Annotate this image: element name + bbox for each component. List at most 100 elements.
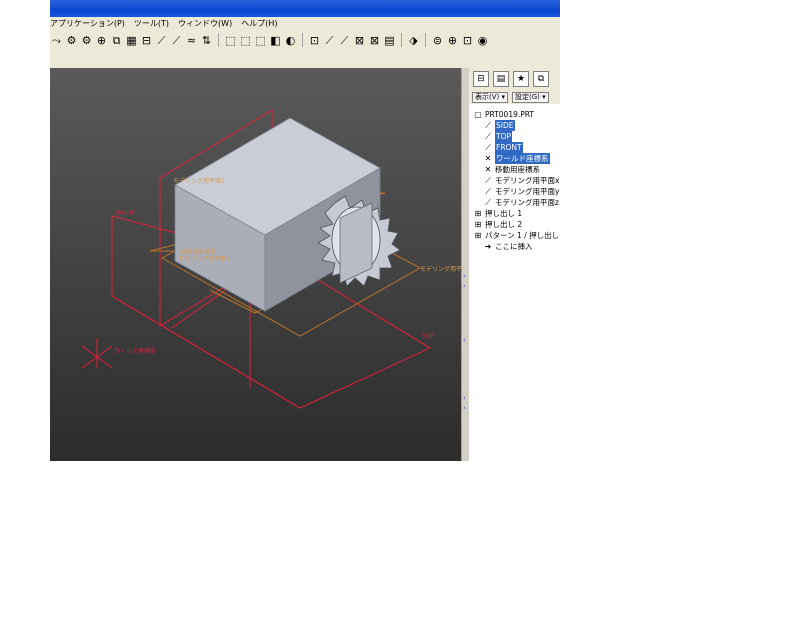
tree-item[interactable]: ⊞ 押し出し 1 <box>472 208 560 219</box>
tree-item-icon: ⟋ <box>485 198 491 207</box>
toolbar-tool-icon[interactable]: ⬚ <box>254 34 267 47</box>
tree-item-icon: ⟋ <box>485 121 491 130</box>
tree-item-icon: ➜ <box>484 242 492 251</box>
toolbar-tool-icon[interactable]: ⤳ <box>50 34 63 47</box>
menu-bar: アプリケーション(P) ツール(T) ウィンドウ(W) ヘルプ(H) <box>50 17 560 29</box>
tree-item-label: モデリング用平面y <box>495 187 560 196</box>
tree-item-label: TOP <box>495 131 513 142</box>
toolbar-separator <box>218 33 219 47</box>
tree-item[interactable]: ⟋ モデリング用平面y <box>472 186 560 197</box>
collapse-arrow-icon[interactable]: › <box>463 282 466 290</box>
world-csys-icon <box>81 338 113 369</box>
toolbar-tool-icon[interactable]: ⬚ <box>224 34 237 47</box>
toolbar-tool-icon[interactable]: ⬚ <box>239 34 252 47</box>
tree-item-label: ワールド座標系 <box>495 153 550 164</box>
toolbar-tool-icon[interactable]: ⊟ <box>140 34 153 47</box>
label-csys-move: 移動用座標系 <box>180 249 217 256</box>
toolbar-tool-icon[interactable]: ⚙ <box>65 34 78 47</box>
toolbar-tool-icon[interactable]: ⧉ <box>110 34 123 47</box>
panel-buttons: 表示(V) ▾ 設定(G) ▾ <box>469 90 560 104</box>
menu-window[interactable]: ウィンドウ(W) <box>178 18 232 29</box>
tree-item-label: 押し出し 1 <box>485 209 523 218</box>
toolbar-tool-icon[interactable]: ⊜ <box>431 34 444 47</box>
toolbar-tool-icon[interactable]: ≈ <box>185 34 198 47</box>
toolbar-tool-icon[interactable]: ◐ <box>284 34 297 47</box>
toolbar-tool-icon[interactable]: ⊕ <box>95 34 108 47</box>
model-tree-icon[interactable]: ⊟ <box>473 71 489 87</box>
tree-item[interactable]: ✕ ワールド座標系 <box>472 153 560 164</box>
folder-icon[interactable]: ▤ <box>493 71 509 87</box>
menu-help[interactable]: ヘルプ(H) <box>241 18 277 29</box>
tree-item[interactable]: ⊞ 押し出し 2 <box>472 219 560 230</box>
tree-item-icon: ⟋ <box>485 176 491 185</box>
tree-item-icon: ⊞ <box>474 231 482 240</box>
tree-item-icon: ⊞ <box>474 220 482 229</box>
panel-tabs: ⊟ ▤ ★ ⧉ <box>469 68 560 90</box>
tree-item-icon: ⊞ <box>474 209 482 218</box>
menu-applications[interactable]: アプリケーション(P) <box>50 18 125 29</box>
layers-icon[interactable]: ⧉ <box>533 71 549 87</box>
collapse-arrow-icon[interactable]: ‹ <box>463 336 466 344</box>
toolbar-tool-icon[interactable]: ⚙ <box>80 34 93 47</box>
model-canvas[interactable] <box>50 68 461 461</box>
toolbar-tool-icon[interactable]: ⇅ <box>200 34 213 47</box>
toolbar-tool-icon[interactable]: ⊡ <box>308 34 321 47</box>
tree-item[interactable]: ✕ 移動用座標系 <box>472 164 560 175</box>
toolbar-tool-icon[interactable]: ⊡ <box>461 34 474 47</box>
menu-tools[interactable]: ツール(T) <box>134 18 169 29</box>
toolbar-tool-icon[interactable]: ⟋ <box>338 34 351 47</box>
label-plane-1: モデリング用平面1 <box>173 178 225 185</box>
toolbar-tool-icon[interactable]: ⊠ <box>353 34 366 47</box>
tree-item-icon: ▢ <box>474 110 482 119</box>
toolbar-separator <box>401 33 402 47</box>
tree-item-label: ここに挿入 <box>495 242 533 251</box>
toolbar-separator <box>302 33 303 47</box>
toolbar-tool-icon[interactable]: ◉ <box>476 34 489 47</box>
title-bar <box>50 0 560 17</box>
settings-button[interactable]: 設定(G) ▾ <box>512 91 549 103</box>
label-plane-right: モデリング用平 <box>420 266 461 273</box>
tree-item-label: 移動用座標系 <box>495 165 540 174</box>
label-right: RIGHT <box>116 210 135 217</box>
tree-item[interactable]: ⟋ FRONT <box>472 142 560 153</box>
tree-item-label: モデリング用平面z <box>495 198 559 207</box>
collapse-arrow-icon[interactable]: › <box>463 404 466 412</box>
tree-item[interactable]: ▢ PRT0019.PRT <box>472 109 560 120</box>
tree-item-label: モデリング用平面x <box>495 176 560 185</box>
collapse-arrow-icon[interactable]: › <box>463 272 466 280</box>
tree-item-icon: ⟋ <box>485 187 491 196</box>
graphics-viewport[interactable]: RIGHT TOP ワールド座標系 モデリング用平面1 モデリング用平面2 移動… <box>50 68 461 461</box>
toolbar-separator <box>425 33 426 47</box>
tree-item-icon: ✕ <box>484 154 492 163</box>
tree-item-icon: ⟋ <box>485 143 491 152</box>
label-top: TOP <box>422 333 435 340</box>
tree-item-label: PRT0019.PRT <box>485 110 535 119</box>
label-world-csys: ワールド座標系 <box>114 348 157 355</box>
toolbar-tool-icon[interactable]: ⟋ <box>323 34 336 47</box>
tree-item-label: FRONT <box>495 142 523 153</box>
toolbar: ⤳ ⚙ ⚙ ⊕ ⧉ ▦ ⊟ ⟋ ⟋ ≈ ⇅ ⬚ ⬚ ⬚ ◧ ◐ ⊡ ⟋ ⟋ ⊠ ⊠ ▤ ⬗ ⊜ ⊕ ⊡ ◉ <box>50 29 560 51</box>
model-tree: ▢ PRT0019.PRT ⟋ SIDE ⟋ TOP ⟋ FRONT ✕ ワールド座標系 ✕ 移動用座… <box>469 104 560 252</box>
tree-item[interactable]: ⟋ SIDE <box>472 120 560 131</box>
tree-item[interactable]: ➜ ここに挿入 <box>472 241 560 252</box>
tree-item-icon: ⟋ <box>485 132 491 141</box>
show-button[interactable]: 表示(V) ▾ <box>472 91 508 103</box>
toolbar-tool-icon[interactable]: ⟋ <box>155 34 168 47</box>
toolbar-tool-icon[interactable]: ▦ <box>125 34 138 47</box>
tree-item[interactable]: ⟋ モデリング用平面x <box>472 175 560 186</box>
toolbar-tool-icon[interactable]: ⟋ <box>170 34 183 47</box>
tree-item[interactable]: ⊞ パターン 1 / 押し出し <box>472 230 560 241</box>
toolbar-tool-icon[interactable]: ⊠ <box>368 34 381 47</box>
collapse-arrow-icon[interactable]: ‹ <box>463 394 466 402</box>
tree-item[interactable]: ⟋ TOP <box>472 131 560 142</box>
tree-item-icon: ✕ <box>484 165 492 174</box>
tree-item-label: SIDE <box>495 120 515 131</box>
favorites-icon[interactable]: ★ <box>513 71 529 87</box>
toolbar-tool-icon[interactable]: ◧ <box>269 34 282 47</box>
toolbar-tool-icon[interactable]: ⊕ <box>446 34 459 47</box>
tree-item[interactable]: ⟋ モデリング用平面z <box>472 197 560 208</box>
toolbar-tool-icon[interactable]: ⬗ <box>407 34 420 47</box>
toolbar-tool-icon[interactable]: ▤ <box>383 34 396 47</box>
tree-item-label: パターン 1 / 押し出し <box>485 231 560 240</box>
tree-item-label: 押し出し 2 <box>485 220 523 229</box>
